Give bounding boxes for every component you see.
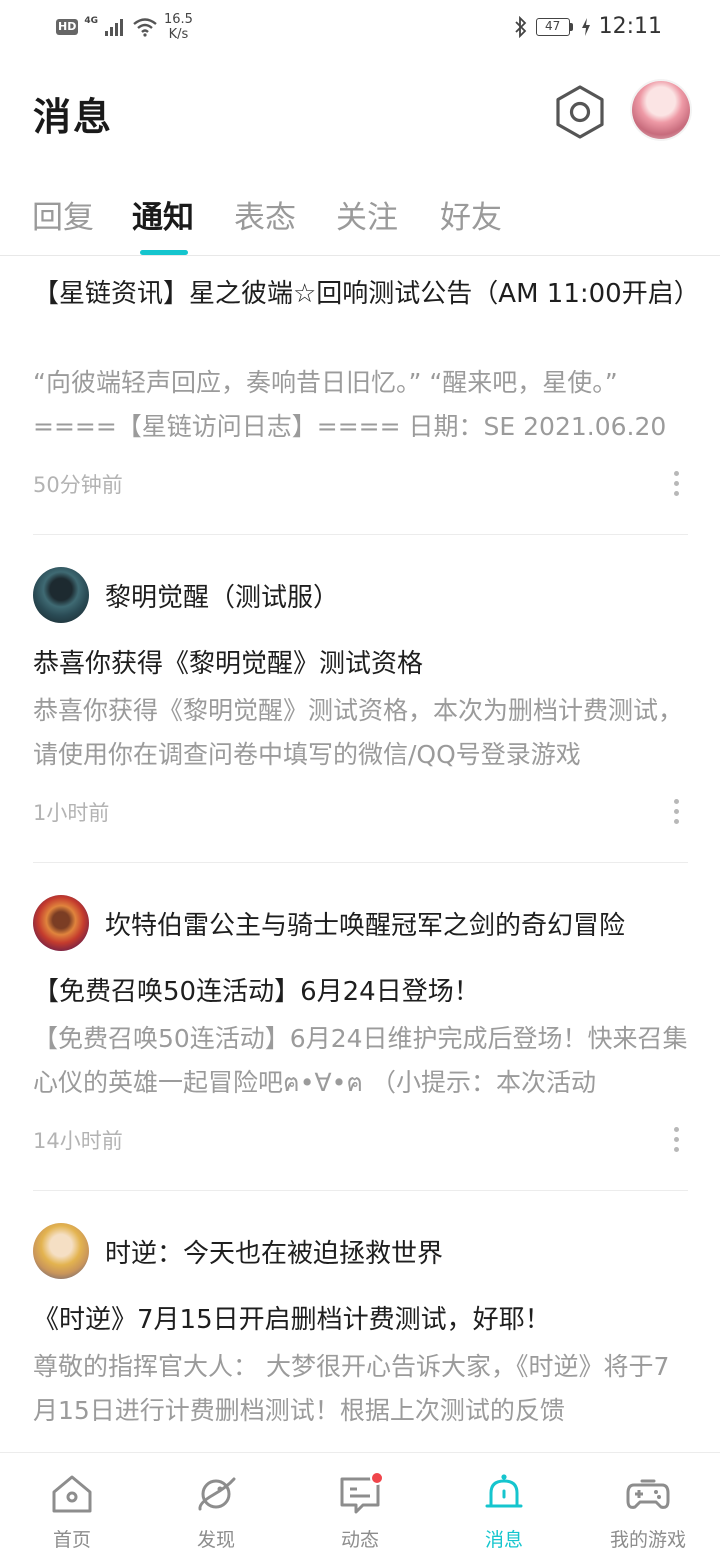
tab-bar: 回复 通知 表态 关注 好友 [0, 166, 720, 256]
nav-label: 我的游戏 [609, 1529, 686, 1551]
source-name: 坎特伯雷公主与骑士唤醒冠军之剑的奇幻冒险 [105, 910, 626, 941]
signal-icon [105, 19, 123, 36]
bottom-navigation: 首页 发现 动态 消息 我的游戏 [0, 1452, 720, 1560]
notification-body: 尊敬的指挥官大人： 大梦很开心告诉大家，《时逆》将于7月15日进行计费删档测试！… [33, 1352, 670, 1425]
settings-button[interactable] [554, 84, 606, 140]
user-avatar[interactable] [632, 81, 690, 139]
notification-item[interactable]: 时逆：今天也在被迫拯救世界 《时逆》7月15日开启删档计费测试，好耶！ 尊敬的指… [0, 1191, 720, 1451]
tab-notifications[interactable]: 通知 [132, 192, 194, 237]
dot-icon [673, 470, 679, 476]
header: 消息 [0, 56, 720, 166]
dot-icon [673, 480, 679, 486]
tab-reply[interactable]: 回复 [32, 192, 94, 237]
notification-source[interactable]: 时逆：今天也在被迫拯救世界 [33, 1223, 443, 1279]
battery-level: 47 [535, 17, 570, 36]
notification-title: 《时逆》7月15日开启删档计费测试，好耶！ [33, 1305, 551, 1335]
gamepad-icon [626, 1479, 670, 1509]
planet-icon [198, 1477, 236, 1511]
tab-reactions[interactable]: 表态 [234, 192, 296, 237]
notification-time: 14小时前 [33, 1129, 123, 1153]
page-title: 消息 [33, 95, 114, 139]
dot-icon [673, 818, 679, 824]
notification-body: “向彼端轻声回应，奏响昔日旧忆。” “醒来吧，星使。” ====【星链访问日志】… [33, 368, 667, 441]
notification-body: 【免费召唤50连活动】6月24日维护完成后登场！快来召集心仪的英雄一起冒险吧ฅ•… [33, 1024, 688, 1097]
source-avatar [33, 1223, 89, 1279]
dot-icon [673, 490, 679, 496]
active-tab-indicator [140, 250, 188, 255]
nav-label: 首页 [52, 1529, 91, 1551]
notification-item[interactable]: 【星链资讯】星之彼端☆回响测试公告（AM 11:00开启） “向彼端轻声回应，奏… [0, 257, 720, 535]
status-bar-left: HD 4G 16.5 K/s [56, 12, 193, 42]
dot-icon [673, 808, 679, 814]
home-icon [52, 1475, 92, 1513]
nav-home[interactable]: 首页 [0, 1453, 144, 1560]
settings-hex-icon [556, 85, 604, 139]
notification-source[interactable]: 黎明觉醒（测试服） [33, 567, 339, 623]
nav-discover[interactable]: 发现 [144, 1453, 288, 1560]
source-name: 黎明觉醒（测试服） [105, 582, 340, 613]
dot-icon [673, 1126, 679, 1132]
tab-friends[interactable]: 好友 [440, 192, 502, 237]
notification-title: 【免费召唤50连活动】6月24日登场！ [33, 977, 480, 1007]
notification-title: 恭喜你获得《黎明觉醒》测试资格 [33, 649, 424, 679]
dot-icon [673, 798, 679, 804]
notification-time: 50分钟前 [33, 473, 123, 497]
more-options-button[interactable] [664, 463, 688, 503]
charging-icon [581, 17, 590, 36]
speed-unit: K/s [168, 27, 189, 42]
network-speed: 16.5 K/s [164, 12, 193, 42]
hd-badge: HD [56, 19, 79, 35]
nav-feed[interactable]: 动态 [288, 1453, 432, 1560]
tab-follows[interactable]: 关注 [336, 192, 398, 237]
clock: 12:11 [598, 14, 662, 39]
status-bar: HD 4G 16.5 K/s 47 12:11 [0, 0, 720, 56]
battery-indicator: 47 [535, 17, 573, 36]
status-bar-right: 47 12:11 [514, 14, 662, 39]
source-avatar [33, 895, 89, 951]
notification-source[interactable]: 坎特伯雷公主与骑士唤醒冠军之剑的奇幻冒险 [33, 895, 625, 951]
bell-icon [485, 1474, 523, 1508]
more-options-button[interactable] [664, 791, 688, 831]
bluetooth-icon [514, 15, 526, 38]
notification-time: 1小时前 [33, 801, 110, 825]
speed-value: 16.5 [164, 12, 193, 27]
notification-body: 恭喜你获得《黎明觉醒》测试资格，本次为删档计费测试，请使用你在调查问卷中填写的微… [33, 696, 684, 769]
nav-my-games[interactable]: 我的游戏 [576, 1453, 720, 1560]
dot-icon [673, 1136, 679, 1142]
battery-tip [569, 22, 573, 31]
dot-icon [673, 1146, 679, 1152]
nav-label: 消息 [484, 1529, 523, 1551]
notification-badge [370, 1471, 384, 1485]
notification-item[interactable]: 黎明觉醒（测试服） 恭喜你获得《黎明觉醒》测试资格 恭喜你获得《黎明觉醒》测试资… [0, 535, 720, 863]
notification-title: 【星链资讯】星之彼端☆回响测试公告（AM 11:00开启） [33, 279, 700, 309]
more-options-button[interactable] [664, 1119, 688, 1159]
nav-label: 发现 [196, 1529, 235, 1551]
wifi-icon [133, 18, 157, 37]
notification-item[interactable]: 坎特伯雷公主与骑士唤醒冠军之剑的奇幻冒险 【免费召唤50连活动】6月24日登场！… [0, 863, 720, 1191]
source-avatar [33, 567, 89, 623]
nav-messages[interactable]: 消息 [432, 1453, 576, 1560]
network-type: 4G [84, 16, 98, 26]
source-name: 时逆：今天也在被迫拯救世界 [105, 1238, 444, 1269]
nav-label: 动态 [340, 1529, 379, 1551]
